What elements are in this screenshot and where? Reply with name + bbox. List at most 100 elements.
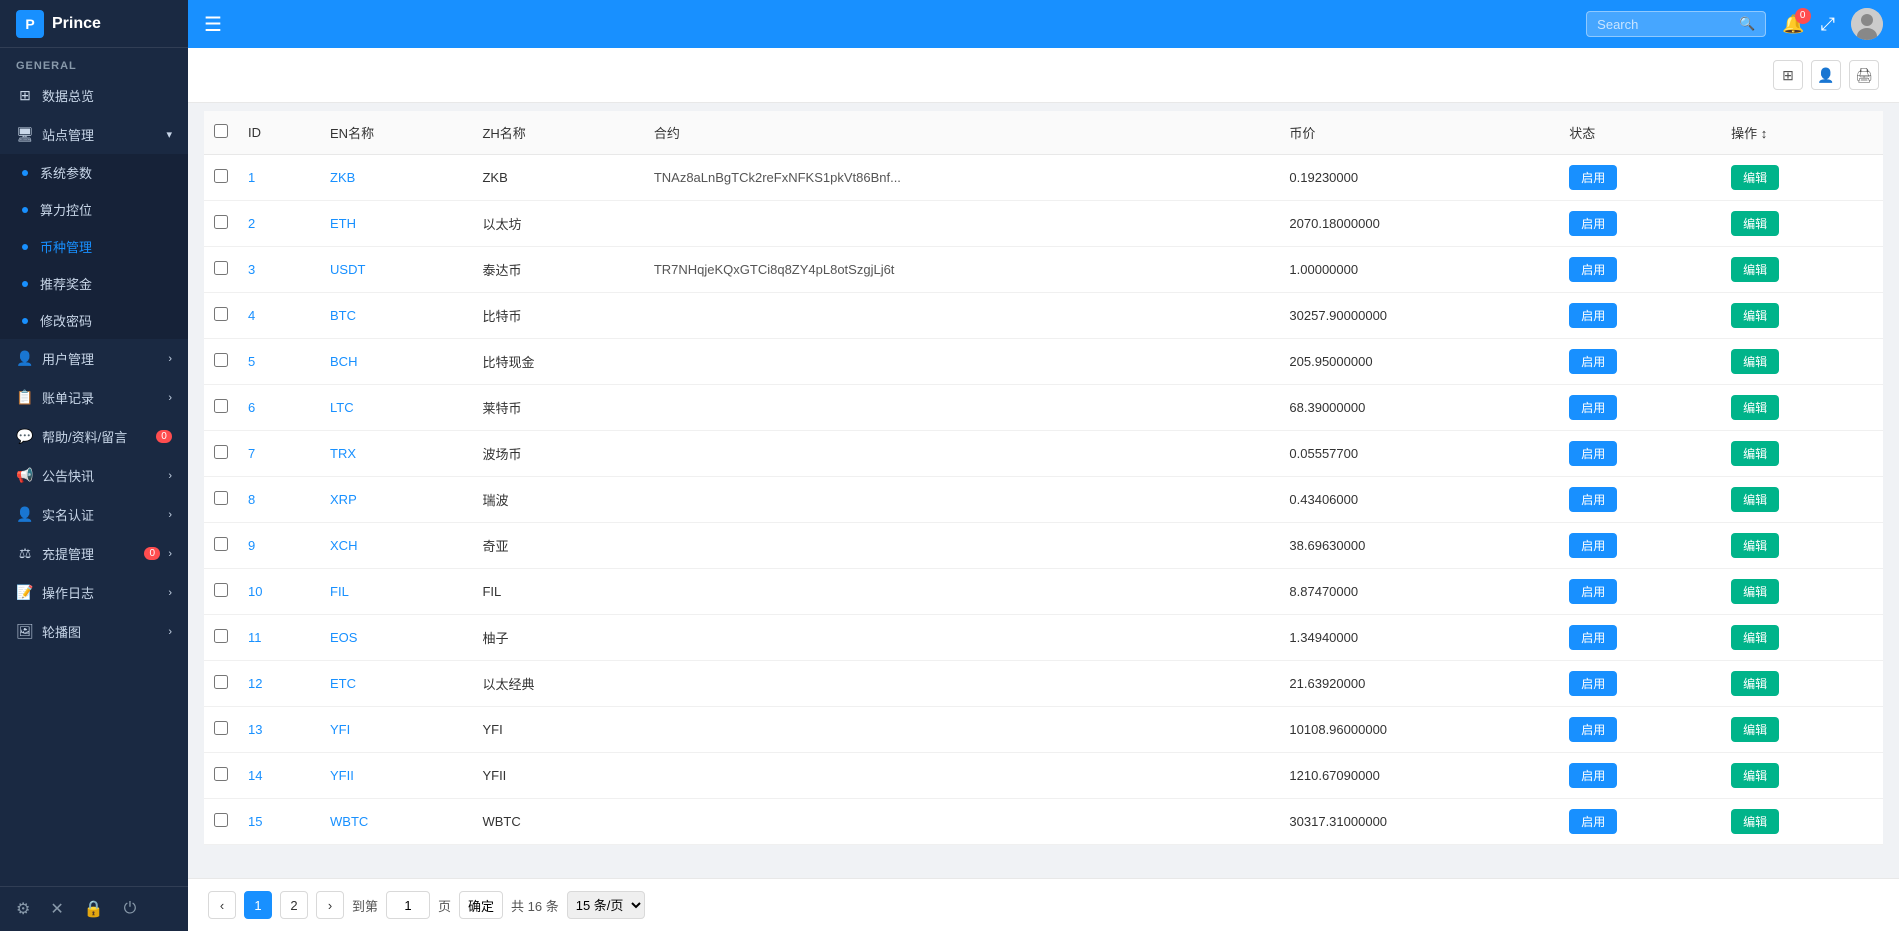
power-icon[interactable]: ⏻ [124,900,137,918]
edit-button[interactable]: 编辑 [1731,717,1779,742]
sub-item-change-password[interactable]: 修改密码 [0,302,188,339]
row-actions: 编辑 [1721,523,1883,569]
lock-icon[interactable]: 🔒 [84,899,104,919]
row-checkbox[interactable] [214,629,228,643]
row-checkbox[interactable] [214,813,228,827]
edit-button[interactable]: 编辑 [1731,211,1779,236]
row-checkbox[interactable] [214,767,228,781]
fullscreen-icon[interactable]: ⤢ [1821,14,1835,35]
sidebar-item-deposit-withdraw[interactable]: ⚖ 充提管理 0 › [0,534,188,573]
user-avatar[interactable] [1851,8,1883,40]
enable-button[interactable]: 启用 [1569,579,1617,604]
row-checkbox[interactable] [214,445,228,459]
sidebar-item-operation-logs[interactable]: 📝 操作日志 › [0,573,188,612]
enable-button[interactable]: 启用 [1569,717,1617,742]
enable-button[interactable]: 启用 [1569,165,1617,190]
enable-button[interactable]: 启用 [1569,763,1617,788]
sidebar-item-dashboard[interactable]: ⊞ 数据总览 [0,76,188,115]
page-1-button[interactable]: 1 [244,891,272,919]
enable-button[interactable]: 启用 [1569,671,1617,696]
sub-item-system-params[interactable]: 系统参数 [0,154,188,191]
row-contract [644,293,1280,339]
edit-button[interactable]: 编辑 [1731,625,1779,650]
edit-button[interactable]: 编辑 [1731,809,1779,834]
row-checkbox[interactable] [214,583,228,597]
row-checkbox[interactable] [214,353,228,367]
next-page-button[interactable]: › [316,891,344,919]
enable-button[interactable]: 启用 [1569,487,1617,512]
row-id: 3 [238,247,320,293]
sidebar-item-account-records[interactable]: 📋 账单记录 › [0,378,188,417]
th-zh-name: ZH名称 [472,111,643,155]
edit-button[interactable]: 编辑 [1731,257,1779,282]
chevron-right-icon: › [168,626,172,638]
sub-item-currency-manage[interactable]: 币种管理 [0,228,188,265]
hamburger-icon[interactable]: ☰ [204,12,222,37]
edit-button[interactable]: 编辑 [1731,487,1779,512]
log-icon: 📝 [16,584,34,601]
edit-button[interactable]: 编辑 [1731,579,1779,604]
row-price: 205.95000000 [1279,339,1559,385]
row-contract [644,615,1280,661]
sub-item-hashrate[interactable]: 算力控位 [0,191,188,228]
per-page-select[interactable]: 15 条/页 20 条/页 50 条/页 [567,891,645,919]
row-checkbox[interactable] [214,261,228,275]
enable-button[interactable]: 启用 [1569,303,1617,328]
row-zh: ZKB [472,155,643,201]
sub-item-referral-bonus[interactable]: 推荐奖金 [0,265,188,302]
enable-button[interactable]: 启用 [1569,625,1617,650]
search-box[interactable]: 🔍 [1586,11,1766,37]
enable-button[interactable]: 启用 [1569,809,1617,834]
row-checkbox[interactable] [214,675,228,689]
row-checkbox[interactable] [214,307,228,321]
row-checkbox[interactable] [214,399,228,413]
sidebar-item-carousel[interactable]: 🖼 轮播图 › [0,612,188,651]
goto-page-input[interactable] [386,891,430,919]
sidebar-item-site-manage[interactable]: 🖥 站点管理 ▾ [0,115,188,154]
sidebar-item-real-name[interactable]: 👤 实名认证 › [0,495,188,534]
edit-button[interactable]: 编辑 [1731,349,1779,374]
notification-bell[interactable]: 🔔 0 [1782,14,1804,35]
row-checkbox[interactable] [214,721,228,735]
edit-button[interactable]: 编辑 [1731,165,1779,190]
goto-confirm-button[interactable]: 确定 [459,891,503,919]
grid-view-button[interactable]: ⊞ [1773,60,1803,90]
row-checkbox[interactable] [214,215,228,229]
edit-button[interactable]: 编辑 [1731,395,1779,420]
prev-page-button[interactable]: ‹ [208,891,236,919]
user-view-button[interactable]: 👤 [1811,60,1841,90]
row-checkbox[interactable] [214,169,228,183]
row-id: 2 [238,201,320,247]
row-price: 21.63920000 [1279,661,1559,707]
print-button[interactable]: 🖨 [1849,60,1879,90]
edit-button[interactable]: 编辑 [1731,671,1779,696]
row-contract [644,477,1280,523]
settings-icon[interactable]: ⚙ [16,899,30,919]
enable-button[interactable]: 启用 [1569,533,1617,558]
edit-button[interactable]: 编辑 [1731,763,1779,788]
search-input[interactable] [1597,17,1733,32]
select-all-checkbox[interactable] [214,124,228,138]
enable-button[interactable]: 启用 [1569,257,1617,282]
close-icon[interactable]: ✕ [50,899,63,919]
sidebar-item-label: 账单记录 [42,388,160,407]
row-contract [644,753,1280,799]
table-row: 4 BTC 比特币 30257.90000000 启用 编辑 [204,293,1883,339]
sidebar-item-user-manage[interactable]: 👤 用户管理 › [0,339,188,378]
row-checkbox-cell [204,523,238,569]
row-en: XRP [320,477,472,523]
enable-button[interactable]: 启用 [1569,349,1617,374]
edit-button[interactable]: 编辑 [1731,533,1779,558]
enable-button[interactable]: 启用 [1569,441,1617,466]
sidebar-item-help[interactable]: 💬 帮助/资料/留言 0 [0,417,188,456]
row-checkbox[interactable] [214,491,228,505]
page-2-button[interactable]: 2 [280,891,308,919]
enable-button[interactable]: 启用 [1569,395,1617,420]
row-checkbox[interactable] [214,537,228,551]
bill-icon: 📋 [16,389,34,406]
edit-button[interactable]: 编辑 [1731,441,1779,466]
enable-button[interactable]: 启用 [1569,211,1617,236]
row-en: ETH [320,201,472,247]
edit-button[interactable]: 编辑 [1731,303,1779,328]
sidebar-item-announcements[interactable]: 📢 公告快讯 › [0,456,188,495]
